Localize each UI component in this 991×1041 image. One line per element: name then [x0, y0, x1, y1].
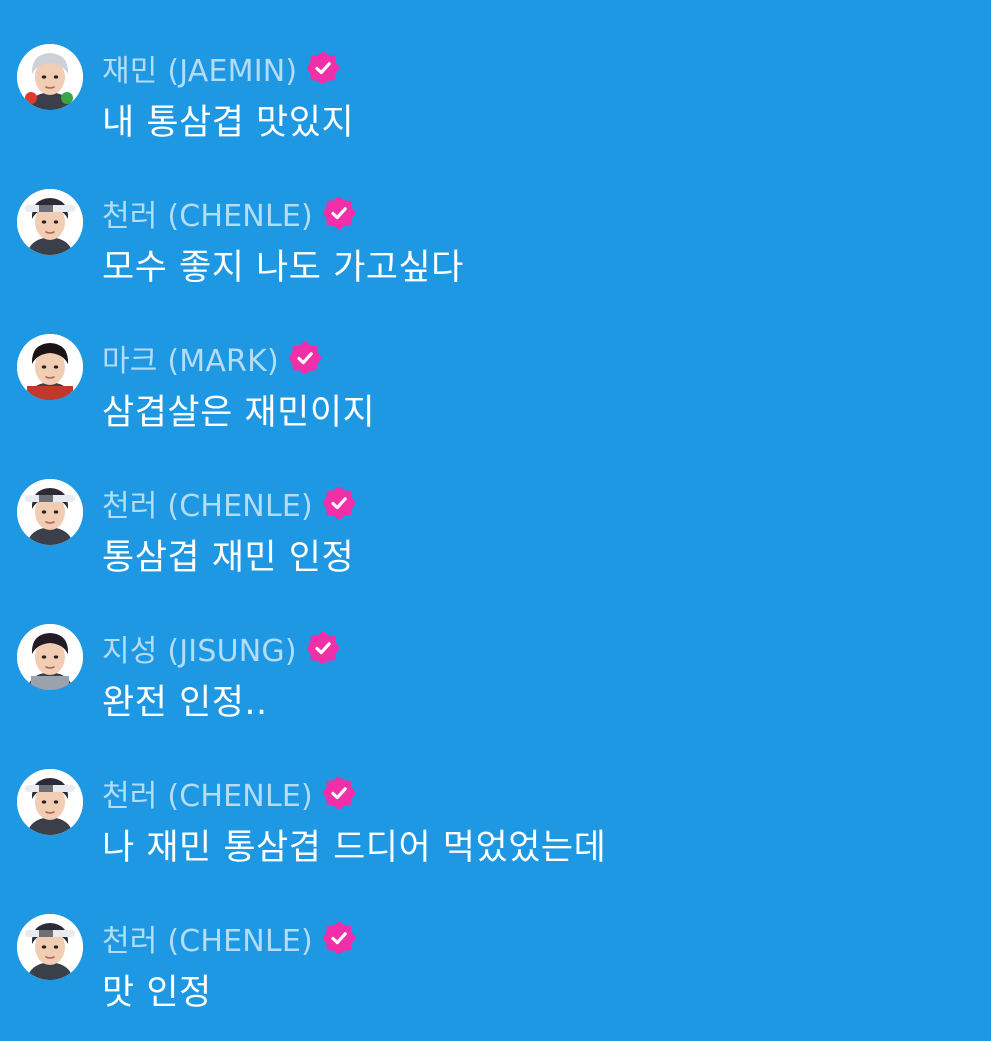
verified-badge-icon: [322, 486, 356, 520]
message-text: 맛 인정: [102, 973, 212, 1013]
avatar[interactable]: [17, 769, 83, 835]
verified-badge-icon: [288, 341, 322, 375]
sender-name: 지성 (JISUNG): [102, 634, 297, 669]
sender-row: 재민 (JAEMIN): [102, 48, 341, 89]
avatar[interactable]: [17, 479, 83, 545]
chat-message: 천러 (CHENLE) 모수 좋지 나도 가고싶다: [0, 189, 991, 309]
avatar[interactable]: [17, 44, 83, 110]
sender-row: 천러 (CHENLE): [102, 773, 356, 814]
message-text: 내 통삼겹 맛있지: [102, 103, 355, 143]
sender-name: 마크 (MARK): [102, 344, 279, 379]
message-text: 나 재민 통삼겹 드디어 먹었었는데: [102, 828, 607, 868]
sender-name: 천러 (CHENLE): [102, 779, 313, 814]
chat-message: 지성 (JISUNG) 완전 인정..: [0, 624, 991, 744]
chat-message: 천러 (CHENLE) 나 재민 통삼겹 드디어 먹었었는데: [0, 769, 991, 889]
sender-row: 천러 (CHENLE): [102, 483, 356, 524]
sender-name: 천러 (CHENLE): [102, 199, 313, 234]
message-text: 모수 좋지 나도 가고싶다: [102, 248, 464, 288]
sender-row: 마크 (MARK): [102, 338, 322, 379]
sender-row: 천러 (CHENLE): [102, 918, 356, 959]
chat-message: 마크 (MARK) 삼겹살은 재민이지: [0, 334, 991, 454]
verified-badge-icon: [322, 921, 356, 955]
sender-name: 천러 (CHENLE): [102, 924, 313, 959]
sender-name: 재민 (JAEMIN): [102, 54, 298, 89]
message-text: 완전 인정..: [102, 683, 268, 723]
avatar[interactable]: [17, 914, 83, 980]
verified-badge-icon: [305, 631, 340, 665]
avatar[interactable]: [17, 624, 83, 690]
chat-message: 천러 (CHENLE) 통삼겹 재민 인정: [0, 479, 991, 599]
verified-badge-icon: [306, 51, 341, 85]
verified-badge-icon: [322, 196, 356, 230]
message-text: 삼겹살은 재민이지: [102, 393, 376, 433]
chat-message: 재민 (JAEMIN) 내 통삼겹 맛있지: [0, 44, 991, 164]
chat-message: 천러 (CHENLE) 맛 인정: [0, 914, 991, 1034]
avatar[interactable]: [17, 189, 83, 255]
avatar[interactable]: [17, 334, 83, 400]
sender-name: 천러 (CHENLE): [102, 489, 313, 524]
sender-row: 지성 (JISUNG): [102, 628, 340, 669]
sender-row: 천러 (CHENLE): [102, 193, 356, 234]
verified-badge-icon: [322, 776, 356, 810]
message-text: 통삼겹 재민 인정: [102, 538, 355, 578]
chat-thread: 재민 (JAEMIN) 내 통삼겹 맛있지 천러 (CHENLE) 모수 좋지 …: [0, 0, 991, 1041]
